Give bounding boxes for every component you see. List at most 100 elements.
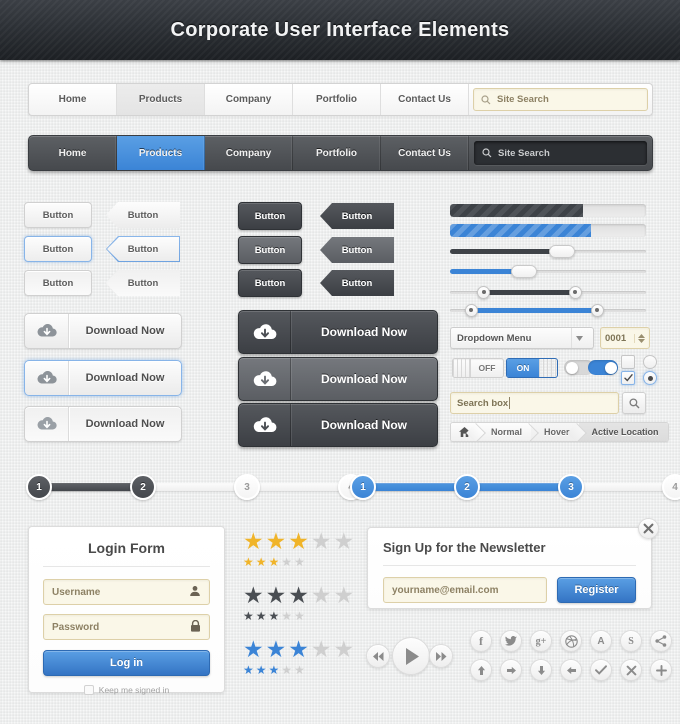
range-slider-dark[interactable] xyxy=(450,285,646,299)
slider-dark[interactable] xyxy=(450,244,646,258)
dark-arrow-button-normal[interactable]: Button xyxy=(320,203,394,229)
star-4[interactable]: ★ xyxy=(311,584,332,607)
range-blue-handle-end[interactable] xyxy=(590,303,604,317)
arrow-left-button[interactable] xyxy=(560,659,582,681)
search-input[interactable]: Search box xyxy=(450,392,619,414)
checkbox-checked[interactable] xyxy=(621,371,635,385)
rating-gold-small[interactable]: ★ ★ ★ ★ ★ xyxy=(243,556,354,568)
star-1[interactable]: ★ xyxy=(243,664,254,676)
radio-unselected[interactable] xyxy=(643,355,657,369)
dribbble-button[interactable] xyxy=(560,630,582,652)
star-4[interactable]: ★ xyxy=(281,664,292,676)
star-2[interactable]: ★ xyxy=(256,556,267,568)
search-submit-button[interactable] xyxy=(622,392,646,414)
google-plus-button[interactable]: g+ xyxy=(530,630,552,652)
checkbox-unchecked[interactable] xyxy=(621,355,635,369)
star-5[interactable]: ★ xyxy=(294,664,305,676)
newsletter-close-button[interactable] xyxy=(638,518,659,539)
lightnav-tab-contact-us[interactable]: Contact Us xyxy=(381,84,469,115)
toggle-switch-on[interactable]: ON xyxy=(506,358,558,378)
newsletter-register-button[interactable]: Register xyxy=(557,577,636,603)
light-arrow-button-pressed[interactable]: Button xyxy=(106,270,180,296)
light-button-pressed[interactable]: Button xyxy=(24,270,92,296)
remember-me-checkbox[interactable] xyxy=(83,685,94,695)
star-5[interactable]: ★ xyxy=(334,530,355,553)
star-2[interactable]: ★ xyxy=(256,664,267,676)
star-1[interactable]: ★ xyxy=(243,638,264,661)
light-button-selected[interactable]: Button xyxy=(24,236,92,262)
star-5[interactable]: ★ xyxy=(294,610,305,622)
chevron-down-icon[interactable] xyxy=(571,328,587,348)
range-dark-handle-start[interactable] xyxy=(477,285,491,299)
star-2[interactable]: ★ xyxy=(266,530,287,553)
range-slider-blue[interactable] xyxy=(450,303,646,317)
download-dark-hover[interactable]: Download Now xyxy=(238,357,438,401)
star-2[interactable]: ★ xyxy=(266,584,287,607)
step-node-1[interactable]: 1 xyxy=(26,474,52,500)
twitter-button[interactable] xyxy=(500,630,522,652)
star-3[interactable]: ★ xyxy=(288,530,309,553)
skype-button[interactable]: S xyxy=(620,630,642,652)
password-field[interactable]: Password xyxy=(43,614,210,640)
slider-blue[interactable] xyxy=(450,264,646,278)
login-submit-button[interactable]: Log in xyxy=(43,650,210,676)
step-node-2[interactable]: 2 xyxy=(130,474,156,500)
rating-blue-small[interactable]: ★ ★ ★ ★ ★ xyxy=(243,664,354,676)
lightnav-tab-portfolio[interactable]: Portfolio xyxy=(293,84,381,115)
username-field[interactable]: Username xyxy=(43,579,210,605)
star-4[interactable]: ★ xyxy=(311,638,332,661)
star-4[interactable]: ★ xyxy=(311,530,332,553)
lightnav-tab-home[interactable]: Home xyxy=(29,84,117,115)
slider-blue-handle[interactable] xyxy=(511,264,538,278)
step-blue-node-3[interactable]: 3 xyxy=(558,474,584,500)
arrow-down-button[interactable] xyxy=(530,659,552,681)
star-3[interactable]: ★ xyxy=(288,638,309,661)
plus-button[interactable] xyxy=(650,659,672,681)
remember-me-row[interactable]: Keep me signed in xyxy=(43,685,210,695)
star-5[interactable]: ★ xyxy=(334,584,355,607)
download-button-pressed[interactable]: Download Now xyxy=(24,406,182,442)
dark-arrow-button-pressed[interactable]: Button xyxy=(320,270,394,296)
star-3[interactable]: ★ xyxy=(288,584,309,607)
toggle-switch-off[interactable]: OFF xyxy=(452,358,504,378)
arrow-up-button[interactable] xyxy=(470,659,492,681)
rating-blue-large[interactable]: ★ ★ ★ ★ ★ xyxy=(243,638,354,661)
updown-arrows-icon[interactable] xyxy=(634,333,645,343)
radio-selected[interactable] xyxy=(643,371,657,385)
star-5[interactable]: ★ xyxy=(294,556,305,568)
range-dark-handle-end[interactable] xyxy=(568,285,582,299)
dark-button-pressed[interactable]: Button xyxy=(238,269,302,297)
star-3[interactable]: ★ xyxy=(269,610,280,622)
darknav-tab-company[interactable]: Company xyxy=(205,136,293,170)
star-4[interactable]: ★ xyxy=(281,610,292,622)
step-node-3[interactable]: 3 xyxy=(234,474,260,500)
lightnav-tab-company[interactable]: Company xyxy=(205,84,293,115)
star-2[interactable]: ★ xyxy=(266,638,287,661)
breadcrumb-item-normal[interactable]: Normal xyxy=(478,423,531,441)
step-blue-node-4[interactable]: 4 xyxy=(662,474,680,500)
slider-dark-handle[interactable] xyxy=(548,244,575,258)
light-arrow-button-selected[interactable]: Button xyxy=(106,236,180,262)
dark-arrow-button-hover[interactable]: Button xyxy=(320,237,394,263)
check-button[interactable] xyxy=(590,659,612,681)
rewind-button[interactable] xyxy=(366,644,390,668)
light-arrow-button-normal[interactable]: Button xyxy=(106,202,180,228)
behance-button[interactable]: A xyxy=(590,630,612,652)
download-button-normal[interactable]: Download Now xyxy=(24,313,182,349)
star-4[interactable]: ★ xyxy=(281,556,292,568)
star-3[interactable]: ★ xyxy=(269,556,280,568)
share-button[interactable] xyxy=(650,630,672,652)
light-button-normal[interactable]: Button xyxy=(24,202,92,228)
play-button[interactable] xyxy=(392,637,430,675)
star-1[interactable]: ★ xyxy=(243,530,264,553)
darknav-tab-products[interactable]: Products xyxy=(117,136,205,170)
darknav-tab-portfolio[interactable]: Portfolio xyxy=(293,136,381,170)
arrow-right-button[interactable] xyxy=(500,659,522,681)
fast-forward-button[interactable] xyxy=(429,644,453,668)
step-blue-node-1[interactable]: 1 xyxy=(350,474,376,500)
darknav-tab-home[interactable]: Home xyxy=(29,136,117,170)
rating-dark-large[interactable]: ★ ★ ★ ★ ★ xyxy=(243,584,354,607)
lightnav-tab-products[interactable]: Products xyxy=(117,84,205,115)
dark-button-hover[interactable]: Button xyxy=(238,236,302,264)
star-1[interactable]: ★ xyxy=(243,584,264,607)
